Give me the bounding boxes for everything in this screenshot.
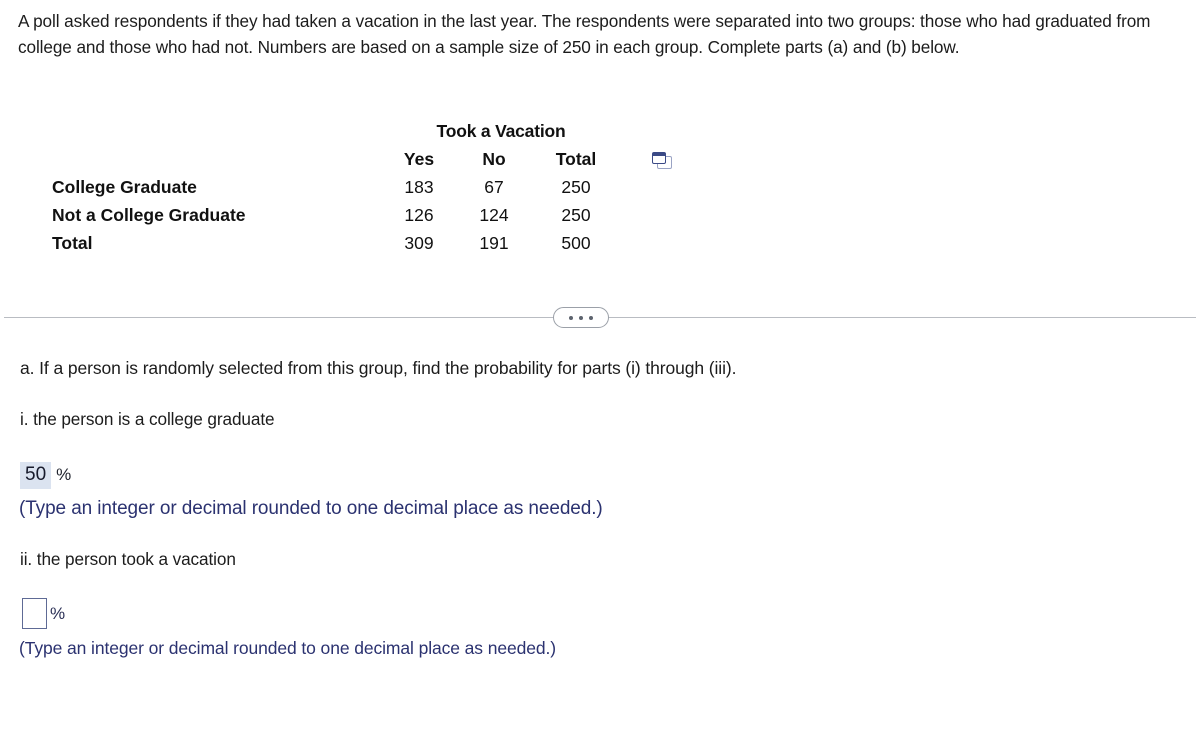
question-part-ii: ii. the person took a vacation xyxy=(20,549,236,569)
answer-row-ii: % xyxy=(22,598,65,629)
cell-not-college-graduate-no: 124 xyxy=(479,205,509,225)
copy-icon xyxy=(652,151,672,169)
answer-note-i: (Type an integer or decimal rounded to o… xyxy=(19,498,603,519)
percent-label-ii: % xyxy=(50,603,66,623)
copy-icon-front-sheet xyxy=(652,151,666,164)
row-label-total: Total xyxy=(52,233,93,253)
copy-table-button[interactable] xyxy=(620,145,700,173)
cell-college-graduate-total: 250 xyxy=(561,177,591,197)
section-divider xyxy=(0,307,1200,329)
ellipsis-dot xyxy=(589,315,593,320)
cell-total-total: 500 xyxy=(561,233,591,253)
table-group-header-row: Took a Vacation xyxy=(52,117,700,145)
contingency-table: Took a Vacation Yes No Total College Gra… xyxy=(52,117,700,257)
table-header-no: No xyxy=(482,149,506,169)
answer-input-ii[interactable] xyxy=(22,598,47,629)
table-header-total: Total xyxy=(555,149,597,169)
cell-college-graduate-yes: 183 xyxy=(404,177,434,197)
cell-not-college-graduate-yes: 126 xyxy=(404,205,434,225)
table-header-yes: Yes xyxy=(403,149,435,169)
expand-ellipsis-button[interactable] xyxy=(553,307,609,328)
problem-statement: A poll asked respondents if they had tak… xyxy=(18,11,1151,57)
table-corner-cell xyxy=(52,117,382,145)
percent-label-i: % xyxy=(56,465,72,484)
cell-not-college-graduate-total: 250 xyxy=(561,205,591,225)
table-group-header: Took a Vacation xyxy=(436,121,566,141)
table-icon-cell xyxy=(620,117,700,145)
row-label-college-graduate: College Graduate xyxy=(52,177,197,197)
contingency-table-container: Took a Vacation Yes No Total College Gra… xyxy=(52,117,712,257)
cell-total-no: 191 xyxy=(479,233,509,253)
table-row: College Graduate 183 67 250 xyxy=(52,173,700,201)
question-part-a: a. If a person is randomly selected from… xyxy=(20,358,737,378)
answer-row-i: 50 % xyxy=(20,462,71,489)
row-spacer xyxy=(620,201,700,229)
table-row: Not a College Graduate 126 124 250 xyxy=(52,201,700,229)
table-row: Total 309 191 500 xyxy=(52,229,700,257)
question-part-i: i. the person is a college graduate xyxy=(20,409,275,429)
cell-total-yes: 309 xyxy=(404,233,434,253)
cell-college-graduate-no: 67 xyxy=(484,177,504,197)
table-header-blank xyxy=(52,145,382,173)
table-header-row: Yes No Total xyxy=(52,145,700,173)
answer-input-i[interactable]: 50 xyxy=(20,462,52,489)
ellipsis-dot xyxy=(569,315,573,320)
row-spacer xyxy=(620,173,700,201)
row-label-not-a-college-graduate: Not a College Graduate xyxy=(52,205,246,225)
ellipsis-dot xyxy=(579,315,583,320)
answer-note-ii: (Type an integer or decimal rounded to o… xyxy=(19,638,557,658)
row-spacer xyxy=(620,229,700,257)
